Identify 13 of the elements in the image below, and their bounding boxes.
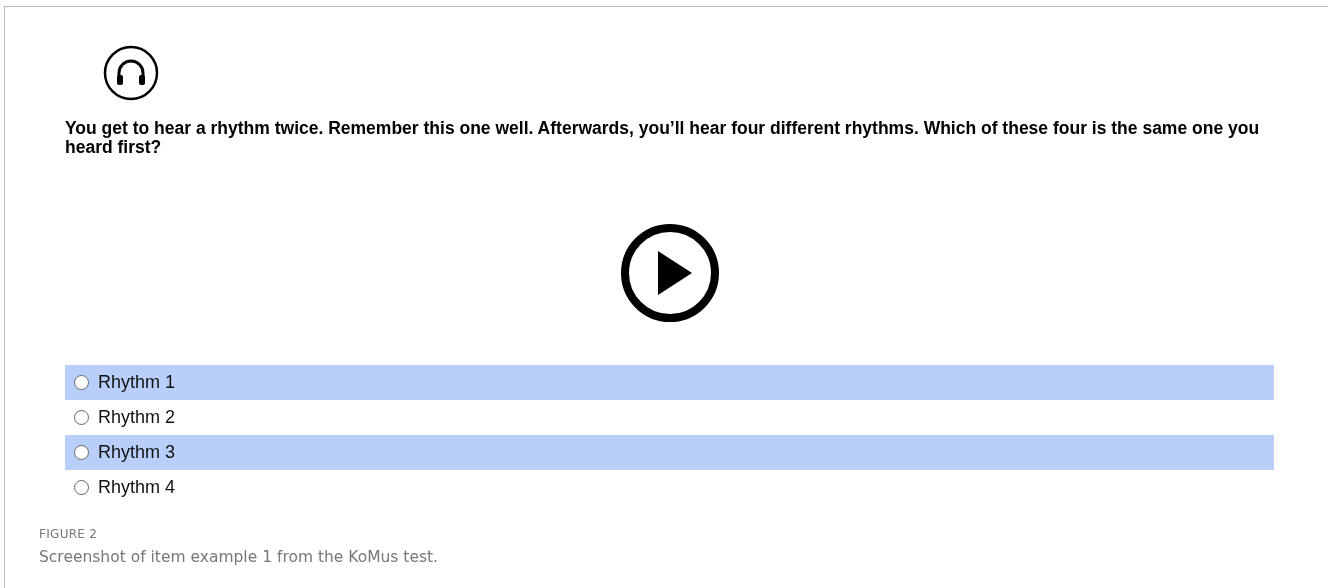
radio-button[interactable] — [74, 410, 89, 425]
figure-label: FIGURE 2 — [39, 527, 99, 541]
radio-button[interactable] — [74, 480, 89, 495]
option-label: Rhythm 1 — [98, 372, 176, 393]
radio-button[interactable] — [74, 375, 89, 390]
option-label: Rhythm 3 — [98, 442, 176, 463]
option-label: Rhythm 2 — [98, 407, 176, 428]
option-label: Rhythm 4 — [98, 477, 176, 498]
radio-button[interactable] — [74, 445, 89, 460]
play-button[interactable] — [619, 223, 720, 323]
question-text: You get to hear a rhythm twice. Remember this one well. Afterwards, you’ll hear four different rhythms. Which of these four is the same one you heard first? — [65, 119, 1261, 157]
headphones-icon — [103, 45, 159, 101]
figure-caption: Screenshot of item example 1 from the KoMus test. — [39, 548, 440, 566]
